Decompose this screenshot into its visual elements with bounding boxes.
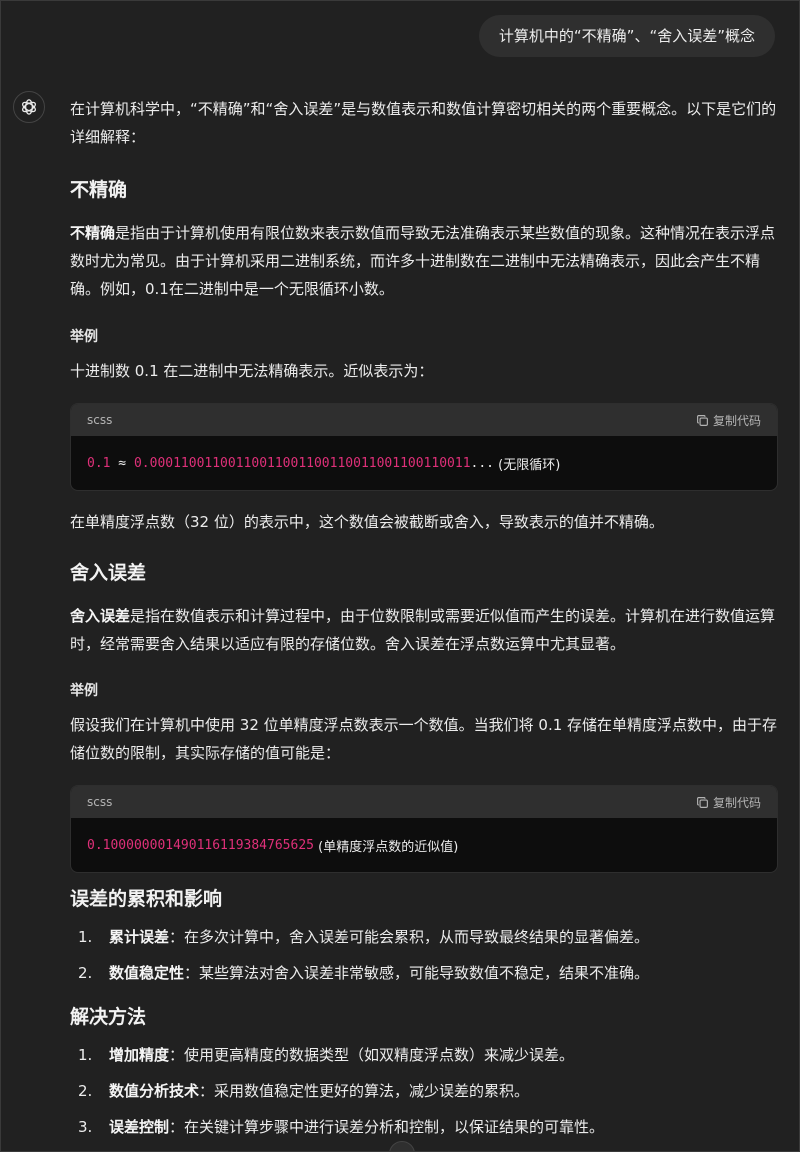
code-ellipsis: ... (470, 455, 494, 471)
list-number: 1. (78, 928, 93, 946)
copy-code-button[interactable]: 复制代码 (696, 794, 761, 811)
list-number: 3. (78, 1118, 93, 1136)
list-number: 1. (78, 1046, 93, 1064)
copy-code-button[interactable]: 复制代码 (696, 412, 761, 429)
section-heading-solutions: 解决方法 (70, 1006, 147, 1028)
section-heading-imprecision: 不精确 (70, 179, 128, 201)
code-language-label: scss (87, 795, 113, 809)
list-number: 2. (78, 1082, 93, 1100)
code-block-1: scss 复制代码 0.1 ≈ 0.0001100110011001100110… (70, 403, 778, 491)
list-term: 数值稳定性 (109, 964, 185, 982)
list-number: 2. (78, 964, 93, 982)
code-header-2: scss 复制代码 (71, 786, 777, 818)
code-number: 0.1 (87, 455, 111, 471)
list-term: 增加精度 (109, 1046, 170, 1064)
accumulation-list: 1. 累计误差：在多次计算中，舍入误差可能会累积，从而导致最终结果的显著偏差。 … (70, 919, 778, 991)
list-item: 1. 增加精度：使用更高精度的数据类型（如双精度浮点数）来减少误差。 (70, 1037, 778, 1073)
imprecision-paragraph: 不精确是指由于计算机使用有限位数来表示数值而导致无法准确表示某些数值的现象。这种… (70, 219, 778, 303)
list-text: ：某些算法对舍入误差非常敏感，可能导致数值不稳定，结果不准确。 (184, 964, 650, 982)
code-comment: (单精度浮点数的近似值) (313, 839, 459, 855)
example-heading-1: 举例 (70, 329, 98, 345)
code-header-1: scss 复制代码 (71, 404, 777, 436)
list-item: 3. 误差控制：在关键计算步骤中进行误差分析和控制，以保证结果的可靠性。 (70, 1109, 778, 1145)
code-content-1: 0.1 ≈ 0.00011001100110011001100110011001… (71, 436, 777, 490)
code-number: 0.100000001490116119384765625 (87, 837, 314, 853)
example-heading-2: 举例 (70, 683, 98, 699)
code-comment: (无限循环) (494, 457, 561, 473)
term-rounding: 舍入误差 (70, 607, 131, 625)
chat-window: 计算机中的“不精确”、“舍入误差”概念 在计算机科学中，“不精确”和“舍入误差”… (0, 0, 800, 1152)
code-language-label: scss (87, 413, 113, 427)
list-term: 数值分析技术 (109, 1082, 200, 1100)
copy-code-label: 复制代码 (712, 795, 761, 810)
code-block-2: scss 复制代码 0.100000001490116119384765625 … (70, 785, 778, 873)
copy-icon (697, 414, 708, 426)
code-number: 0.00011001100110011001100110011001100110… (133, 455, 471, 471)
list-term: 误差控制 (109, 1118, 170, 1136)
intro-paragraph: 在计算机科学中，“不精确”和“舍入误差”是与数值表示和数值计算密切相关的两个重要… (70, 100, 777, 146)
list-item: 2. 数值分析技术：采用数值稳定性更好的算法，减少误差的累积。 (70, 1073, 778, 1109)
copy-code-label: 复制代码 (712, 413, 761, 428)
rounding-paragraph: 舍入误差是指在数值表示和计算过程中，由于位数限制或需要近似值而产生的误差。计算机… (70, 602, 778, 658)
code-content-2: 0.100000001490116119384765625 (单精度浮点数的近似… (71, 818, 777, 872)
assistant-answer: 在计算机科学中，“不精确”和“舍入误差”是与数值表示和数值计算密切相关的两个重要… (70, 95, 778, 1145)
term-imprecision: 不精确 (70, 224, 116, 242)
list-text: ：在关键计算步骤中进行误差分析和控制，以保证结果的可靠性。 (169, 1118, 605, 1136)
section-heading-rounding: 舍入误差 (70, 562, 147, 584)
list-text: ：使用更高精度的数据类型（如双精度浮点数）来减少误差。 (169, 1046, 575, 1064)
list-term: 累计误差 (109, 928, 170, 946)
solutions-list: 1. 增加精度：使用更高精度的数据类型（如双精度浮点数）来减少误差。 2. 数值… (70, 1037, 778, 1145)
copy-icon (697, 796, 708, 808)
code-operator: ≈ (110, 455, 134, 471)
rounding-text: 是指在数值表示和计算过程中，由于位数限制或需要近似值而产生的误差。计算机在进行数… (70, 607, 776, 653)
example-text-2: 假设我们在计算机中使用 32 位单精度浮点数表示一个数值。当我们将 0.1 存储… (70, 716, 778, 762)
truncation-paragraph: 在单精度浮点数（32 位）的表示中，这个数值会被截断或舍入，导致表示的值并不精确… (70, 513, 664, 531)
list-text: ：在多次计算中，舍入误差可能会累积，从而导致最终结果的显著偏差。 (169, 928, 650, 946)
list-item: 1. 累计误差：在多次计算中，舍入误差可能会累积，从而导致最终结果的显著偏差。 (70, 919, 778, 955)
openai-logo-icon (13, 91, 45, 123)
user-message-bubble: 计算机中的“不精确”、“舍入误差”概念 (478, 15, 775, 57)
example-text-1: 十进制数 0.1 在二进制中无法精确表示。近似表示为： (70, 362, 434, 380)
imprecision-text: 是指由于计算机使用有限位数来表示数值而导致无法准确表示某些数值的现象。这种情况在… (70, 224, 776, 298)
list-item: 2. 数值稳定性：某些算法对舍入误差非常敏感，可能导致数值不稳定，结果不准确。 (70, 955, 778, 991)
list-text: ：采用数值稳定性更好的算法，减少误差的累积。 (199, 1082, 530, 1100)
section-heading-accumulation: 误差的累积和影响 (70, 888, 223, 910)
